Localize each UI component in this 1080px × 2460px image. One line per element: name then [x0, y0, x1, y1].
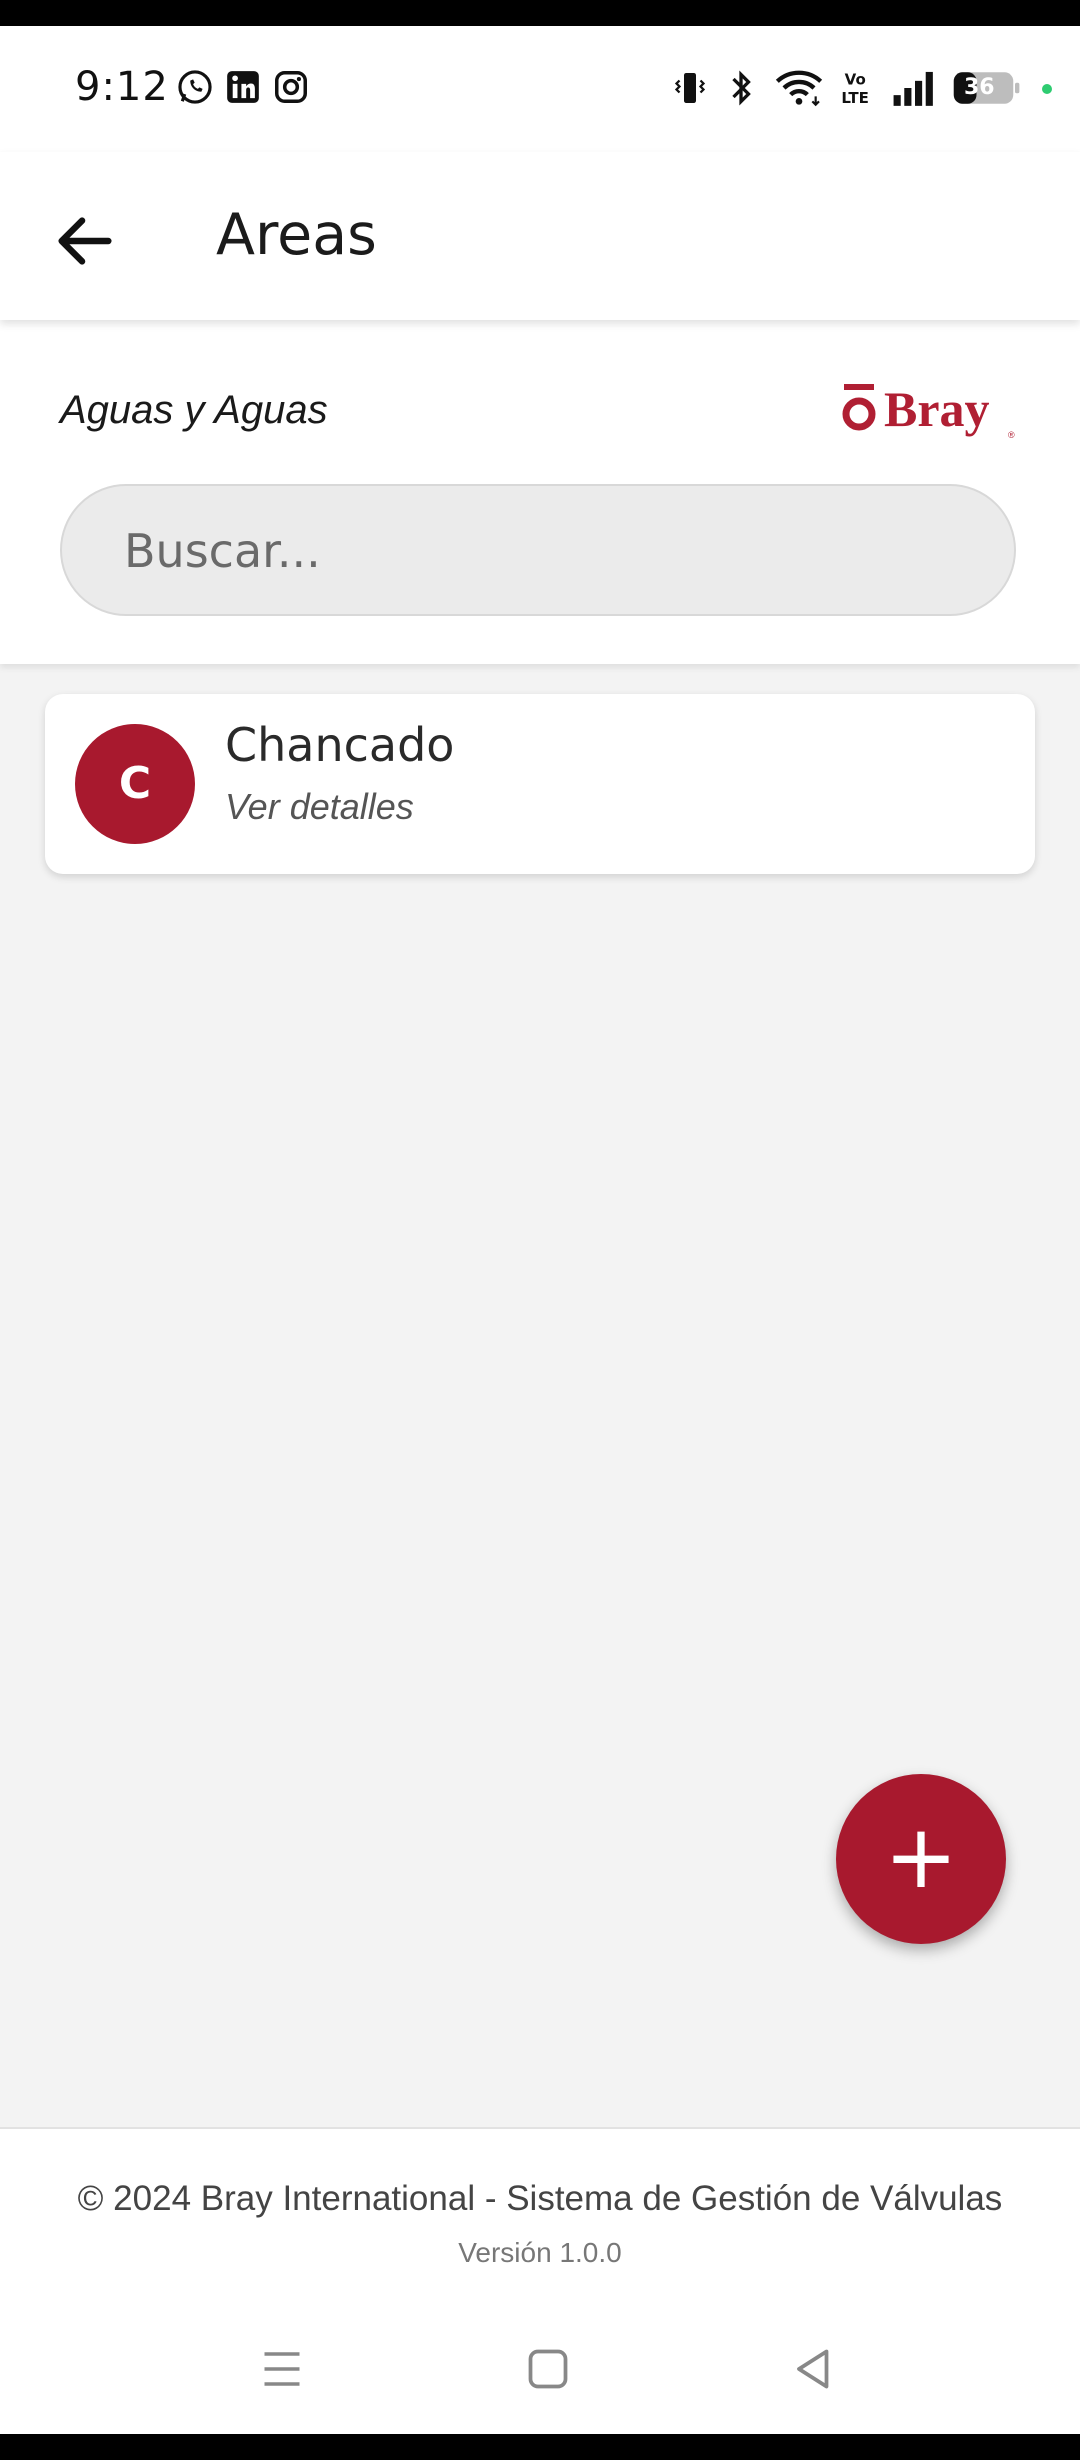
svg-text:LTE: LTE: [841, 89, 869, 107]
plus-icon: +: [884, 1805, 958, 1908]
company-name: Aguas y Aguas: [60, 388, 328, 432]
wifi-icon: [775, 70, 823, 107]
app-bar: Areas: [0, 152, 1080, 320]
battery-level: 36: [964, 75, 995, 100]
svg-text:®: ®: [1008, 430, 1015, 440]
svg-text:Bray: Bray: [884, 381, 990, 437]
version-text: Versión 1.0.0: [458, 2237, 622, 2268]
add-area-button[interactable]: +: [836, 1774, 1006, 1944]
whatsapp-icon: [178, 70, 212, 104]
bray-logo: Bray ®: [842, 381, 1015, 440]
avatar: C: [75, 724, 195, 844]
search-input[interactable]: [122, 486, 986, 616]
view-details-link[interactable]: Ver detalles: [225, 786, 414, 828]
svg-text:Vo: Vo: [845, 71, 866, 89]
triangle-back-icon: [797, 2349, 829, 2389]
signal-icon: [893, 71, 933, 106]
bottom-screen-edge: [0, 2434, 1080, 2460]
top-screen-edge: [0, 0, 1080, 26]
menu-icon: [264, 2352, 300, 2386]
volte-icon: Vo LTE: [841, 71, 869, 107]
status-time: 9:12: [75, 64, 169, 110]
home-nav-button[interactable]: [518, 2339, 578, 2399]
area-name: Chancado: [225, 718, 455, 772]
footer: © 2024 Bray International - Sistema de G…: [0, 2127, 1080, 2436]
back-button[interactable]: [50, 206, 120, 276]
bluetooth-icon: [732, 70, 751, 106]
list-item[interactable]: C Chancado Ver detalles: [45, 694, 1035, 874]
list-header: Aguas y Aguas Bray ®: [0, 320, 1080, 664]
linkedin-icon: [227, 71, 259, 103]
back-nav-button[interactable]: [784, 2339, 844, 2399]
arrow-left-icon: [58, 217, 112, 265]
status-bar: 9:12 Vo LTE 36: [0, 26, 1080, 152]
instagram-icon: [275, 71, 307, 103]
home-icon: [528, 2349, 568, 2389]
menu-nav-button[interactable]: [252, 2339, 312, 2399]
system-nav-bar: [0, 2319, 1080, 2419]
search-bar[interactable]: [60, 484, 1016, 616]
page-title: Areas: [216, 202, 377, 268]
copyright-text: © 2024 Bray International - Sistema de G…: [77, 2179, 1003, 2218]
vibrate-icon: [674, 73, 706, 103]
privacy-indicator-dot: [1042, 84, 1052, 94]
